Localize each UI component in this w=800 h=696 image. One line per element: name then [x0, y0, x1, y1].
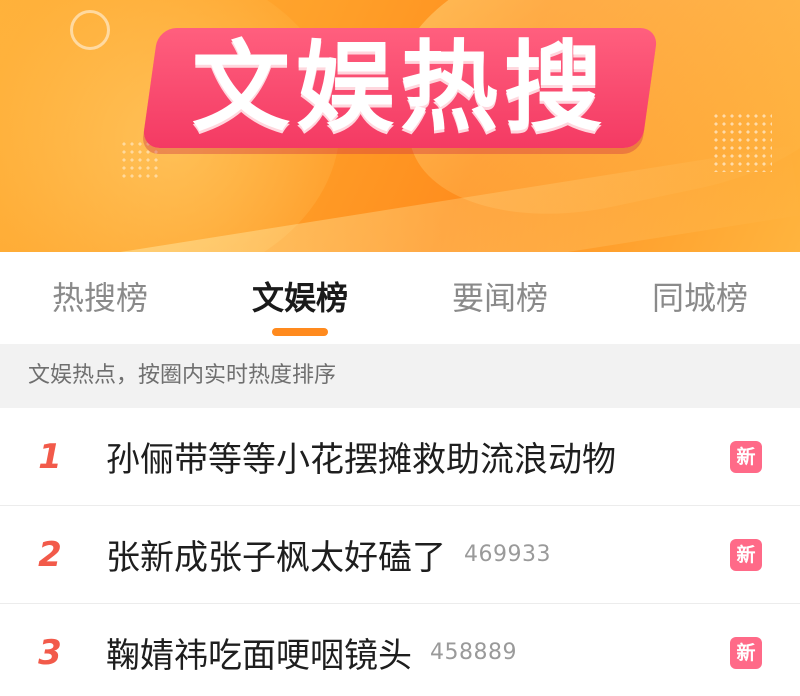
heat-count: 469933 — [464, 542, 551, 567]
banner-ring-decoration — [70, 10, 110, 50]
item-title: 鞠婧祎吃面哽咽镜头 — [106, 636, 412, 676]
tab-local[interactable]: 同城榜 — [600, 252, 800, 344]
rank-number: 2 — [38, 534, 62, 575]
item-title: 孙俪带等等小花摆摊救助流浪动物 — [106, 440, 616, 480]
tab-label: 热搜榜 — [51, 279, 148, 317]
banner-dots-decoration — [712, 112, 772, 172]
list-item[interactable]: 2 张新成张子枫太好磕了 469933 新 — [0, 506, 800, 604]
banner-title: 文娱热搜 — [191, 31, 608, 145]
active-tab-indicator — [272, 328, 328, 336]
hot-list: 1 孙俪带等等小花摆摊救助流浪动物 新 2 张新成张子枫太好磕了 469933 … — [0, 408, 800, 696]
new-badge: 新 — [730, 538, 762, 571]
header-banner: 文娱热搜 — [0, 0, 800, 252]
rank-number: 1 — [38, 436, 62, 477]
heat-count: 458889 — [430, 640, 517, 665]
new-badge: 新 — [730, 636, 762, 669]
list-item[interactable]: 1 孙俪带等等小花摆摊救助流浪动物 新 — [0, 408, 800, 506]
banner-title-plate: 文娱热搜 — [141, 28, 659, 148]
item-title: 张新成张子枫太好磕了 — [106, 538, 446, 578]
tab-entertainment[interactable]: 文娱榜 — [200, 252, 400, 344]
list-description: 文娱热点，按圈内实时热度排序 — [0, 344, 800, 408]
rank-number: 3 — [38, 632, 62, 673]
ranking-tabs: 热搜榜 文娱榜 要闻榜 同城榜 — [0, 252, 800, 344]
new-badge: 新 — [730, 440, 762, 473]
tab-hot-search[interactable]: 热搜榜 — [0, 252, 200, 344]
tab-label: 同城榜 — [651, 279, 748, 317]
list-item[interactable]: 3 鞠婧祎吃面哽咽镜头 458889 新 — [0, 604, 800, 696]
tab-label: 文娱榜 — [251, 279, 348, 317]
tab-label: 要闻榜 — [451, 279, 548, 317]
tab-news[interactable]: 要闻榜 — [400, 252, 600, 344]
